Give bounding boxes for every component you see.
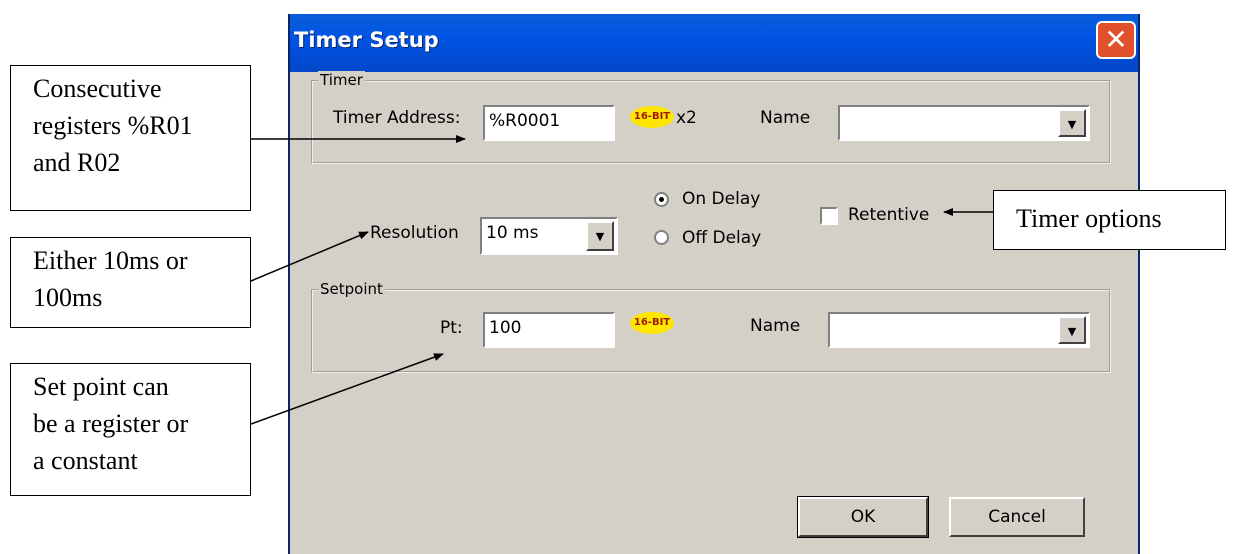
setpoint-name-dropdown[interactable]: ▼ <box>828 312 1090 348</box>
callout-line: registers %R01 <box>33 111 193 140</box>
retentive-label[interactable]: Retentive <box>848 205 929 225</box>
pt-input[interactable]: 100 <box>483 312 615 348</box>
ok-button[interactable]: OK <box>797 496 929 538</box>
timer-group-legend: Timer <box>318 71 365 89</box>
resolution-dropdown[interactable]: 10 ms ▼ <box>480 217 618 255</box>
on-delay-label[interactable]: On Delay <box>682 189 760 209</box>
close-icon: ✕ <box>1104 23 1128 56</box>
callout-line: Set point can <box>33 372 169 401</box>
callout-line: Either 10ms or <box>33 246 188 275</box>
callout-setpoint: Set point can be a register or a constan… <box>10 363 251 496</box>
resolution-value: 10 ms <box>486 223 539 243</box>
retentive-checkbox[interactable] <box>820 207 838 225</box>
timer-address-input[interactable]: %R0001 <box>483 105 615 141</box>
timer-name-dropdown[interactable]: ▼ <box>838 105 1090 141</box>
dialog-title: Timer Setup <box>294 28 439 52</box>
pt-label: Pt: <box>440 318 463 338</box>
16-bit-badge: 16-BIT <box>630 312 674 334</box>
callout-line: and R02 <box>33 148 121 177</box>
callout-line: Consecutive <box>33 74 162 103</box>
timer-address-label: Timer Address: <box>333 108 461 128</box>
callout-consecutive-registers: Consecutive registers %R01 and R02 <box>10 65 251 211</box>
register-multiplier: x2 <box>676 108 697 128</box>
radio-selected-dot <box>659 197 664 202</box>
chevron-down-icon[interactable]: ▼ <box>1058 316 1086 344</box>
close-button[interactable]: ✕ <box>1096 21 1136 59</box>
callout-line: a constant <box>33 446 138 475</box>
16-bit-badge: 16-BIT <box>630 106 674 128</box>
timer-name-label: Name <box>760 108 811 128</box>
off-delay-radio[interactable] <box>654 230 669 245</box>
chevron-down-icon[interactable]: ▼ <box>586 221 614 251</box>
cancel-button[interactable]: Cancel <box>949 497 1085 537</box>
setpoint-name-label: Name <box>750 316 801 336</box>
title-bar[interactable]: Timer Setup ✕ <box>290 14 1138 72</box>
resolution-label: Resolution <box>370 223 459 243</box>
chevron-down-icon[interactable]: ▼ <box>1058 109 1086 137</box>
callout-line: 100ms <box>33 283 103 312</box>
callout-line: be a register or <box>33 409 189 438</box>
timer-setup-dialog: Timer Setup ✕ Timer Timer Address: %R000… <box>288 14 1140 554</box>
callout-timer-options: Timer options <box>993 190 1226 250</box>
callout-line: Timer options <box>1016 204 1162 233</box>
setpoint-group-legend: Setpoint <box>318 280 385 298</box>
off-delay-label[interactable]: Off Delay <box>682 228 761 248</box>
callout-resolution: Either 10ms or 100ms <box>10 237 251 328</box>
on-delay-radio[interactable] <box>654 192 669 207</box>
